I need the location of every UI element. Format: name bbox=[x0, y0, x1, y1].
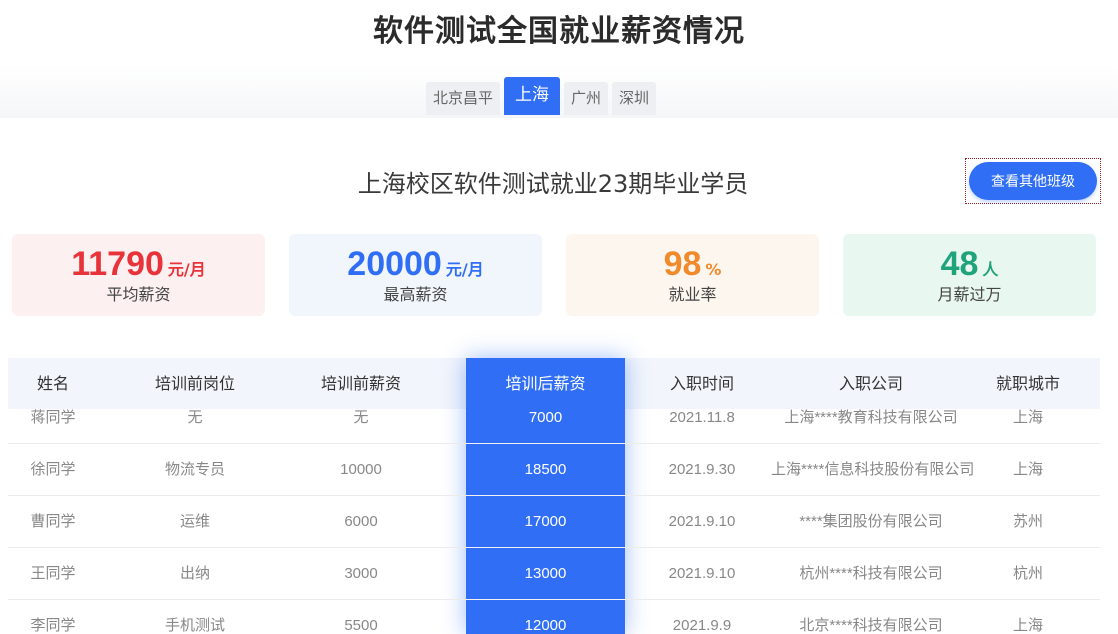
col-header-company: 入职公司 bbox=[838, 374, 903, 393]
view-other-classes-button[interactable]: 查看其他班级 bbox=[969, 162, 1097, 200]
table-row: 王同学 出纳 3000 13000 2021.9.10 杭州****科技有限公司… bbox=[8, 548, 1100, 600]
cell-hire-date: 2021.9.10 bbox=[668, 565, 736, 582]
cell-name: 蒋同学 bbox=[30, 409, 76, 426]
col-header-name: 姓名 bbox=[36, 374, 69, 393]
stat-value: 20000 bbox=[347, 245, 442, 283]
cell-prev-salary: 3000 bbox=[344, 565, 378, 582]
stat-label: 月薪过万 bbox=[937, 285, 1002, 304]
stat-card-over-10k: 48 人 月薪过万 bbox=[843, 234, 1096, 316]
tab-guangzhou[interactable]: 广州 bbox=[564, 82, 609, 115]
col-header-prev-position: 培训前岗位 bbox=[154, 374, 235, 393]
cell-company: 杭州****科技有限公司 bbox=[799, 565, 943, 582]
table-row: 曹同学 运维 6000 17000 2021.9.10 ****集团股份有限公司… bbox=[8, 496, 1100, 548]
tab-beijing-changping[interactable]: 北京昌平 bbox=[426, 82, 501, 115]
stat-unit: 元/月 bbox=[167, 260, 206, 279]
cell-prev-salary: 10000 bbox=[340, 461, 382, 478]
cell-prev-position: 出纳 bbox=[179, 565, 210, 582]
cell-name: 王同学 bbox=[30, 565, 76, 582]
cell-company: 上海****信息科技股份有限公司 bbox=[771, 461, 975, 478]
city-tabs: 北京昌平 上海 广州 深圳 bbox=[426, 77, 660, 115]
table-row: 徐同学 物流专员 10000 18500 2021.9.30 上海****信息科… bbox=[8, 444, 1100, 496]
cell-name: 李同学 bbox=[30, 617, 76, 634]
tab-shanghai[interactable]: 上海 bbox=[504, 77, 561, 115]
cell-city: 上海 bbox=[1012, 409, 1043, 426]
table-body[interactable]: 蒋同学 无 无 7000 2021.11.8 上海****教育科技有限公司 上海… bbox=[8, 409, 1100, 634]
cell-prev-salary: 5500 bbox=[344, 617, 378, 634]
cell-prev-position: 无 bbox=[187, 409, 203, 426]
stat-unit: 元/月 bbox=[445, 260, 484, 279]
cell-hire-date: 2021.11.8 bbox=[669, 409, 735, 426]
col-header-city: 就职城市 bbox=[995, 374, 1060, 393]
cell-new-salary: 17000 bbox=[524, 513, 567, 530]
cell-company: ****集团股份有限公司 bbox=[799, 513, 943, 530]
cell-city: 上海 bbox=[1012, 461, 1043, 478]
cell-city: 苏州 bbox=[1012, 513, 1043, 530]
cell-company: 上海****教育科技有限公司 bbox=[784, 409, 958, 426]
page-title: 软件测试全国就业薪资情况 bbox=[373, 14, 745, 49]
cell-prev-salary: 无 bbox=[353, 409, 369, 426]
cell-name: 徐同学 bbox=[30, 461, 76, 478]
stat-label: 就业率 bbox=[668, 285, 717, 304]
cell-company: 北京****科技有限公司 bbox=[799, 617, 943, 634]
table-row: 蒋同学 无 无 7000 2021.11.8 上海****教育科技有限公司 上海 bbox=[8, 409, 1100, 444]
stat-unit: 人 bbox=[982, 260, 999, 279]
cell-new-salary: 12000 bbox=[524, 617, 567, 634]
cell-new-salary: 7000 bbox=[528, 409, 563, 426]
stat-unit: % bbox=[705, 260, 722, 279]
cell-new-salary: 18500 bbox=[524, 461, 567, 478]
stat-card-max-salary: 20000 元/月 最高薪资 bbox=[289, 234, 542, 316]
tab-shenzhen[interactable]: 深圳 bbox=[612, 82, 657, 115]
focus-outline: 查看其他班级 bbox=[965, 158, 1101, 204]
cell-prev-position: 物流专员 bbox=[164, 461, 225, 478]
table-rows: 蒋同学 无 无 7000 2021.11.8 上海****教育科技有限公司 上海… bbox=[8, 409, 1100, 634]
cell-hire-date: 2021.9.10 bbox=[668, 513, 736, 530]
cell-city: 杭州 bbox=[1012, 565, 1043, 582]
cell-prev-position: 手机测试 bbox=[164, 617, 225, 634]
stat-label: 平均薪资 bbox=[106, 285, 171, 304]
cell-hire-date: 2021.9.30 bbox=[668, 461, 736, 478]
col-header-new-salary: 培训后薪资 bbox=[505, 374, 586, 393]
stat-value: 11790 bbox=[71, 245, 164, 283]
stat-value: 48 bbox=[940, 245, 979, 283]
table-row: 李同学 手机测试 5500 12000 2021.9.9 北京****科技有限公… bbox=[8, 600, 1100, 634]
cell-city: 上海 bbox=[1012, 617, 1043, 634]
cell-new-salary: 13000 bbox=[524, 565, 567, 582]
section-subtitle: 上海校区软件测试就业23期毕业学员 bbox=[357, 170, 749, 198]
cell-hire-date: 2021.9.9 bbox=[672, 617, 732, 634]
stat-value: 98 bbox=[663, 245, 702, 283]
stat-label: 最高薪资 bbox=[383, 285, 448, 304]
col-header-prev-salary: 培训前薪资 bbox=[320, 374, 401, 393]
stat-card-employment-rate: 98% 就业率 bbox=[566, 234, 819, 316]
cell-prev-position: 运维 bbox=[179, 513, 210, 530]
col-header-hire-date: 入职时间 bbox=[669, 374, 734, 393]
cell-name: 曹同学 bbox=[30, 513, 76, 530]
cell-prev-salary: 6000 bbox=[344, 513, 378, 530]
stat-card-average-salary: 11790 元/月 平均薪资 bbox=[12, 234, 265, 316]
